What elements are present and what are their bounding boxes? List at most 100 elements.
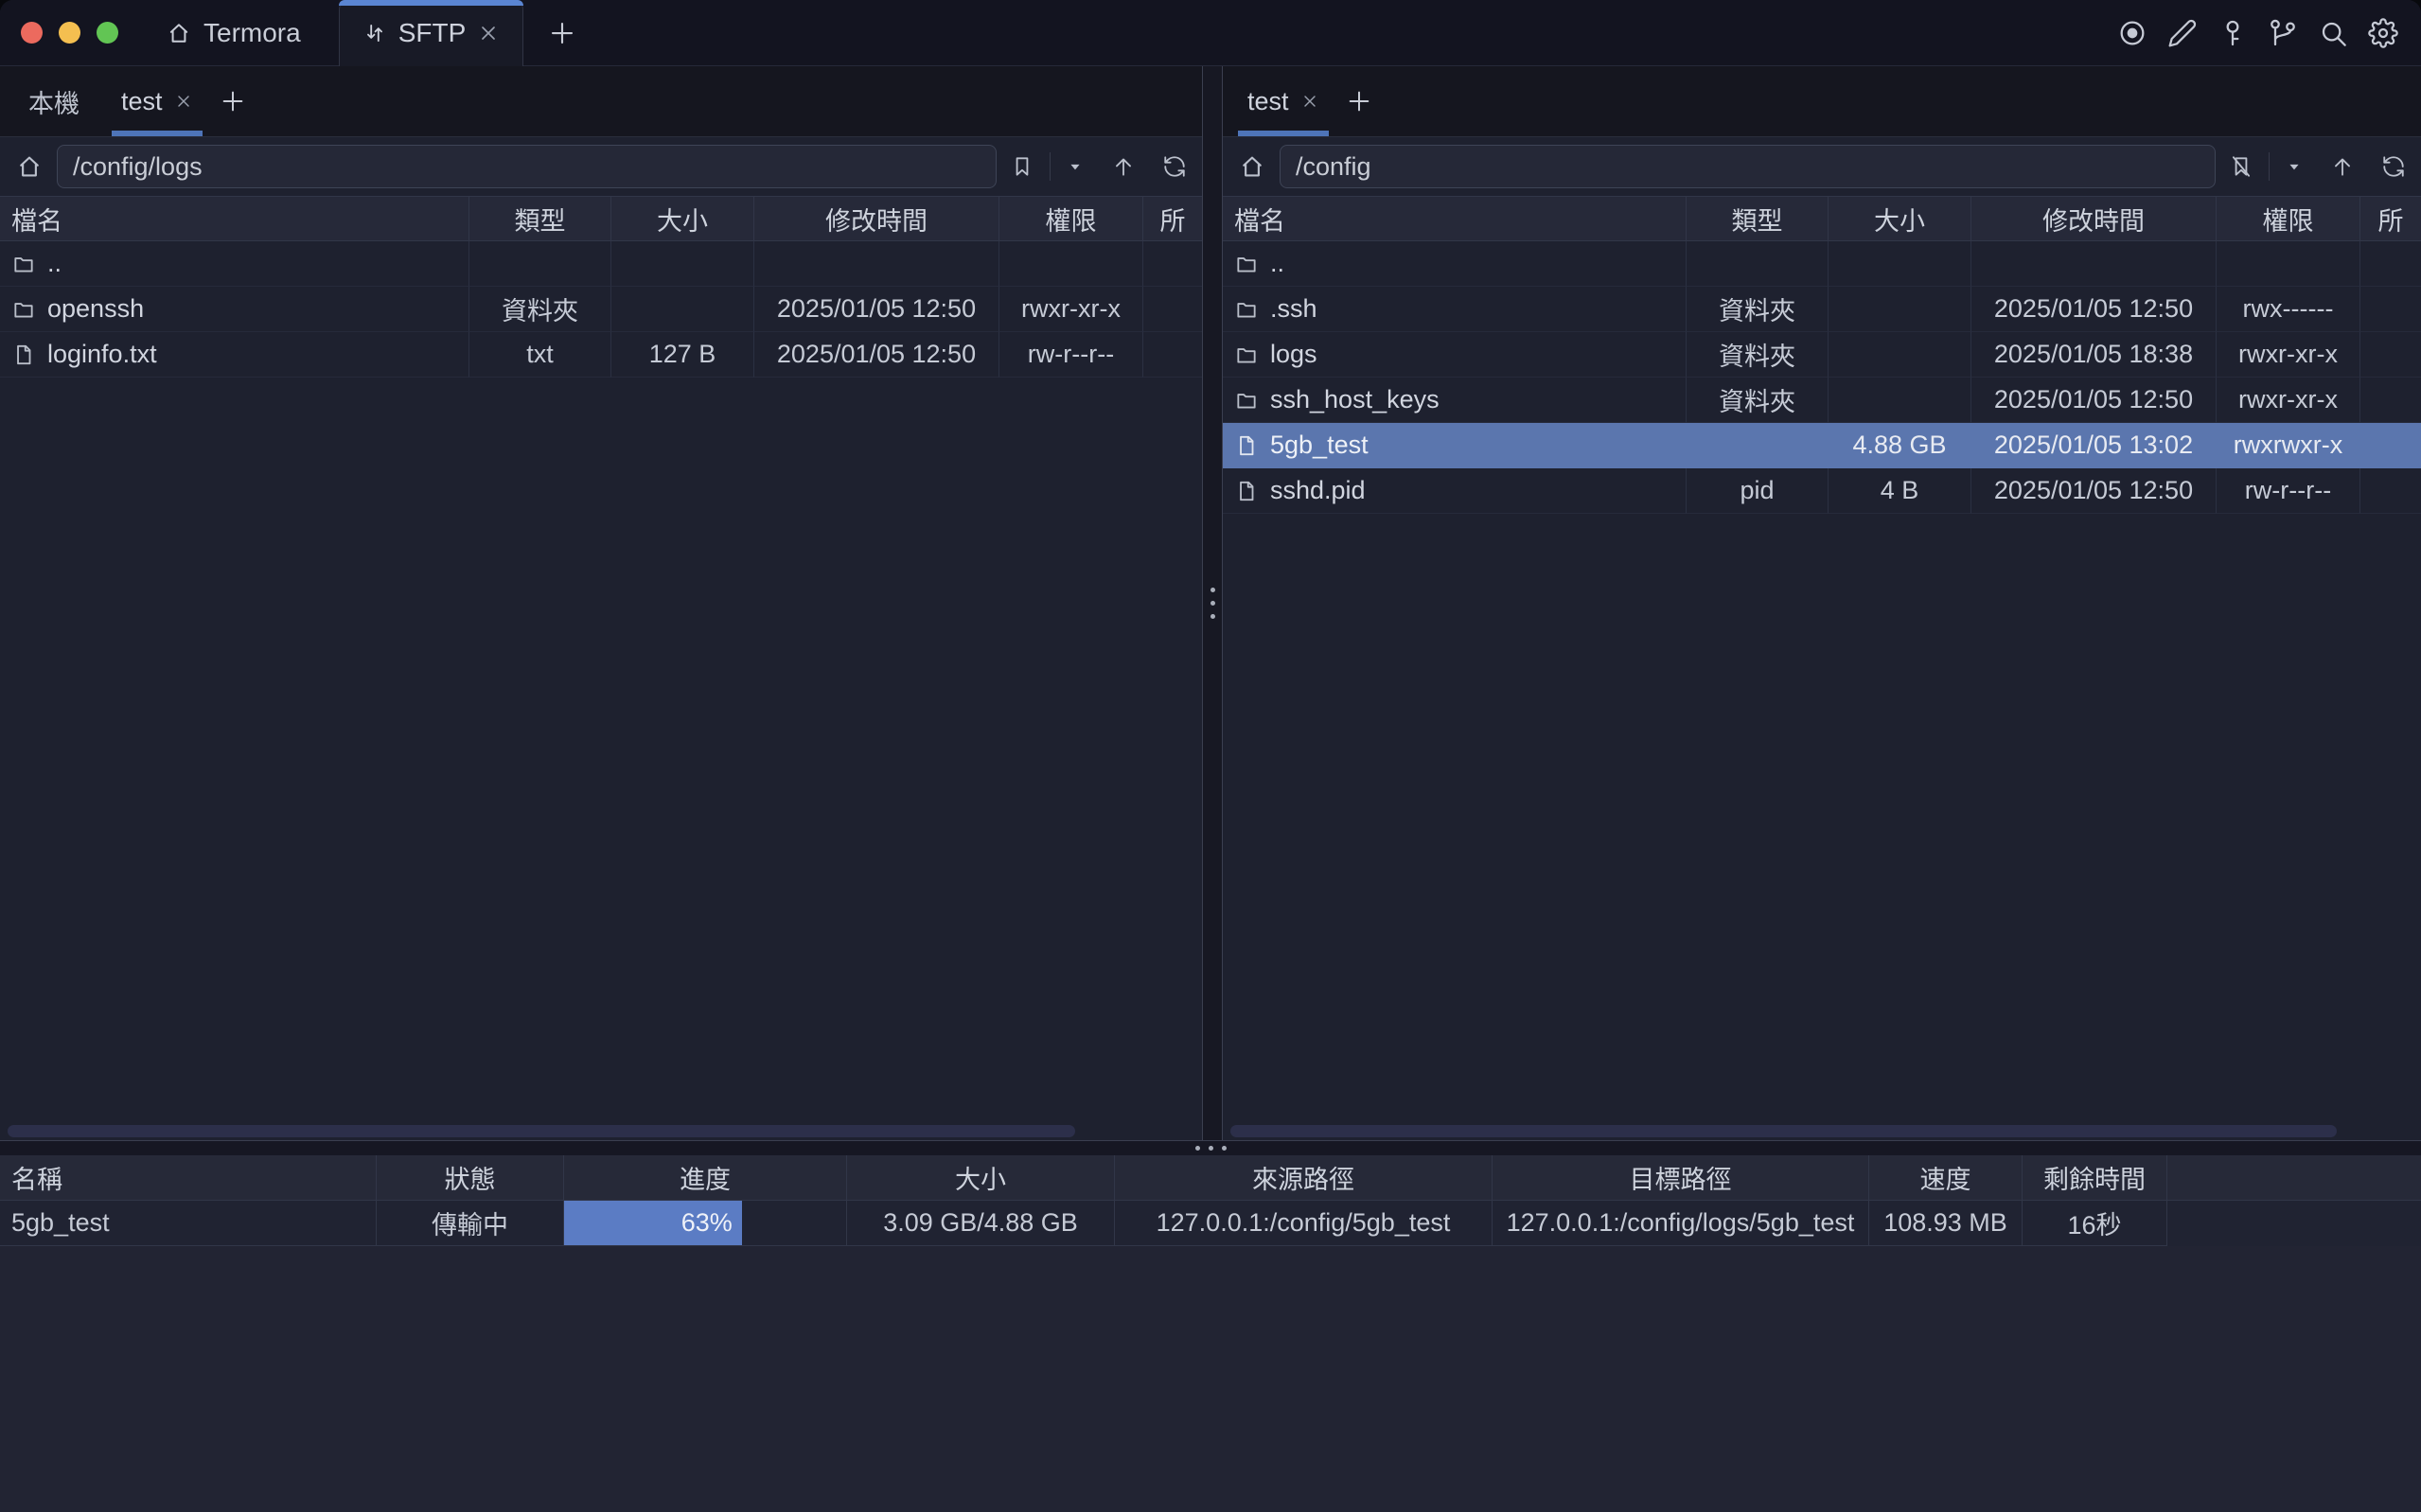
- refresh-button[interactable]: [2381, 154, 2406, 179]
- folder-icon: [1234, 388, 1259, 413]
- new-session-tab-button[interactable]: [1346, 88, 1372, 114]
- column-header-3[interactable]: 修改時間: [1971, 197, 2217, 240]
- sftp-panes: 本機 test: [0, 66, 2421, 1140]
- file-mtime: 2025/01/05 12:50: [1971, 287, 2217, 332]
- transfer-row-5gb_test[interactable]: 5gb_test傳輸中63%3.09 GB/4.88 GB127.0.0.1:/…: [0, 1201, 2421, 1246]
- column-header-5[interactable]: 所: [2360, 197, 2421, 240]
- home-directory-button[interactable]: [15, 152, 44, 181]
- file-permissions: rw-r--r--: [2217, 468, 2360, 514]
- file-mtime: 2025/01/05 12:50: [754, 287, 999, 332]
- horizontal-splitter[interactable]: [0, 1140, 2421, 1155]
- new-window-tab-button[interactable]: [548, 19, 576, 47]
- transfer-column-header-5[interactable]: 目標路徑: [1493, 1155, 1869, 1201]
- file-type: 資料夾: [1687, 287, 1829, 332]
- file-row-ssh_host_keys[interactable]: ssh_host_keys資料夾2025/01/05 12:50rwxr-xr-…: [1223, 378, 2421, 423]
- column-header-4[interactable]: 權限: [999, 197, 1143, 240]
- file-row-..[interactable]: ..: [1223, 241, 2421, 287]
- file-icon: [1234, 433, 1259, 458]
- transfer-column-header-3[interactable]: 大小: [847, 1155, 1115, 1201]
- scrollbar-thumb[interactable]: [8, 1125, 1075, 1137]
- file-table-header: 檔名類型大小修改時間權限所: [1223, 196, 2421, 241]
- bookmark-icon[interactable]: [1010, 154, 1034, 179]
- file-name-cell: .ssh: [1223, 287, 1687, 332]
- file-row-logs[interactable]: logs資料夾2025/01/05 18:38rwxr-xr-x: [1223, 332, 2421, 378]
- file-row-..[interactable]: ..: [0, 241, 1202, 287]
- column-header-0[interactable]: 檔名: [0, 197, 469, 240]
- column-header-4[interactable]: 權限: [2217, 197, 2360, 240]
- tab-label: 本機: [28, 83, 80, 120]
- file-row-sshd.pid[interactable]: sshd.pidpid4 B2025/01/05 12:50rw-r--r--: [1223, 468, 2421, 514]
- tab-sftp[interactable]: SFTP: [339, 0, 524, 66]
- close-tab-icon[interactable]: [1300, 92, 1319, 111]
- file-name: ..: [1270, 249, 1284, 278]
- file-name: ..: [47, 249, 62, 278]
- file-size: 127 B: [611, 332, 754, 378]
- pencil-icon[interactable]: [2167, 18, 2198, 48]
- bookmark-off-icon[interactable]: [2229, 154, 2253, 179]
- column-header-2[interactable]: 大小: [611, 197, 754, 240]
- horizontal-scrollbar[interactable]: [0, 1121, 1202, 1140]
- file-row-5gb_test[interactable]: 5gb_test4.88 GB2025/01/05 13:02rwxrwxr-x: [1223, 423, 2421, 468]
- titlebar: Termora SFTP: [0, 0, 2421, 66]
- key-icon[interactable]: [2218, 18, 2248, 48]
- file-name-cell: logs: [1223, 332, 1687, 378]
- file-mtime: 2025/01/05 13:02: [1971, 423, 2217, 468]
- file-row-loginfo.txt[interactable]: loginfo.txttxt127 B2025/01/05 12:50rw-r-…: [0, 332, 1202, 378]
- transfer-column-header-6[interactable]: 速度: [1869, 1155, 2023, 1201]
- chevron-down-icon[interactable]: [1066, 157, 1085, 176]
- pane-left-tab-1[interactable]: test: [112, 66, 203, 136]
- file-row-.ssh[interactable]: .ssh資料夾 2025/01/05 12:50rwx------: [1223, 287, 2421, 332]
- tab-label: test: [121, 87, 163, 116]
- transfer-column-header-4[interactable]: 來源路徑: [1115, 1155, 1493, 1201]
- file-size: 4 B: [1829, 468, 1971, 514]
- close-window-button[interactable]: [21, 22, 43, 44]
- file-name-cell: ..: [0, 241, 469, 287]
- refresh-button[interactable]: [1162, 154, 1187, 179]
- transfer-column-header-2[interactable]: 進度: [564, 1155, 847, 1201]
- branch-icon[interactable]: [2268, 18, 2298, 48]
- file-owner: [2360, 287, 2421, 332]
- scrollbar-thumb[interactable]: [1230, 1125, 2337, 1137]
- transfer-arrows-icon: [362, 21, 387, 45]
- close-tab-icon[interactable]: [477, 22, 500, 44]
- app-home-tab[interactable]: Termora: [166, 18, 301, 48]
- transfer-column-header-7[interactable]: 剩餘時間: [2023, 1155, 2167, 1201]
- transfer-empty-area: [0, 1246, 2421, 1512]
- close-tab-icon[interactable]: [174, 92, 193, 111]
- search-icon[interactable]: [2318, 18, 2348, 48]
- minimize-window-button[interactable]: [59, 22, 80, 44]
- column-header-1[interactable]: 類型: [469, 197, 611, 240]
- column-header-2[interactable]: 大小: [1829, 197, 1971, 240]
- horizontal-scrollbar[interactable]: [1223, 1121, 2421, 1140]
- transfer-trailing-cell: [2167, 1201, 2421, 1246]
- active-tab-accent: [339, 0, 524, 6]
- splitter-grip-dot: [1209, 1146, 1213, 1151]
- transfer-column-header-0[interactable]: 名稱: [0, 1155, 377, 1201]
- path-input[interactable]: [57, 145, 997, 188]
- settings-icon[interactable]: [2368, 18, 2398, 48]
- column-header-5[interactable]: 所: [1143, 197, 1202, 240]
- file-permissions: rwx------: [2217, 287, 2360, 332]
- up-directory-button[interactable]: [1111, 154, 1136, 179]
- path-input[interactable]: [1280, 145, 2216, 188]
- chevron-down-icon[interactable]: [2285, 157, 2304, 176]
- file-row-openssh[interactable]: openssh資料夾2025/01/05 12:50rwxr-xr-x: [0, 287, 1202, 332]
- up-directory-button[interactable]: [2330, 154, 2355, 179]
- splitter-grip-dot: [1210, 601, 1215, 606]
- new-session-tab-button[interactable]: [220, 88, 246, 114]
- record-icon[interactable]: [2117, 18, 2147, 48]
- pane-left-tab-0[interactable]: 本機: [19, 66, 89, 136]
- file-size: [1829, 378, 1971, 423]
- transfer-column-header-1[interactable]: 狀態: [377, 1155, 564, 1201]
- home-directory-button[interactable]: [1238, 152, 1266, 181]
- vertical-splitter[interactable]: [1202, 66, 1223, 1140]
- column-header-3[interactable]: 修改時間: [754, 197, 999, 240]
- window-controls: [21, 22, 118, 44]
- pane-left-tabbar: 本機 test: [0, 66, 1202, 137]
- pane-right-tab-0[interactable]: test: [1238, 66, 1329, 136]
- file-pane-left: 本機 test: [0, 66, 1202, 1140]
- column-header-0[interactable]: 檔名: [1223, 197, 1687, 240]
- transfer-speed: 108.93 MB: [1869, 1201, 2023, 1246]
- column-header-1[interactable]: 類型: [1687, 197, 1829, 240]
- zoom-window-button[interactable]: [97, 22, 118, 44]
